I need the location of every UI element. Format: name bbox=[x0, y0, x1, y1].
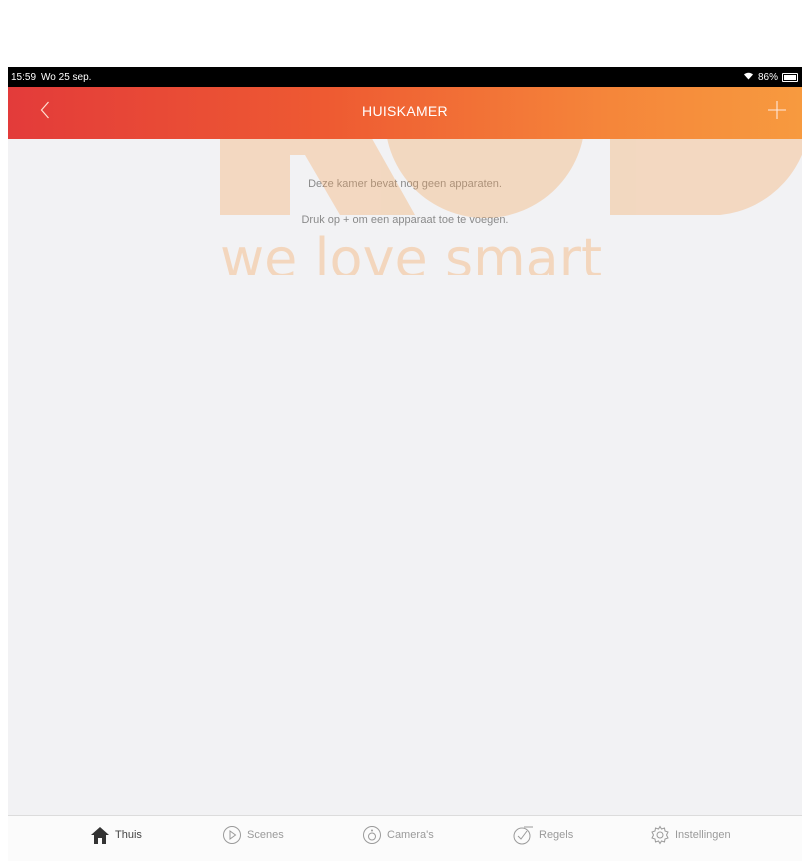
status-time: 15:59 bbox=[11, 71, 37, 83]
empty-state-hint: Druk op + om een apparaat toe te voegen. bbox=[301, 214, 509, 226]
status-bar: 15:59 Wo 25 sep. 86% bbox=[8, 67, 802, 87]
status-right: 86% bbox=[743, 71, 798, 83]
tab-cameras[interactable]: Camera's bbox=[362, 825, 434, 845]
play-circle-icon bbox=[222, 825, 242, 845]
status-date: Wo 25 sep. bbox=[41, 71, 92, 83]
plus-icon bbox=[768, 101, 786, 123]
add-device-button[interactable] bbox=[762, 97, 792, 127]
camera-icon bbox=[362, 825, 382, 845]
nav-bar: HUISKAMER bbox=[8, 87, 802, 139]
tab-instellingen[interactable]: Instellingen bbox=[650, 825, 731, 845]
tab-regels[interactable]: Regels bbox=[512, 825, 573, 845]
wifi-icon bbox=[743, 71, 754, 83]
tab-label: Instellingen bbox=[675, 829, 731, 841]
empty-state-message: Deze kamer bevat nog geen apparaten. bbox=[308, 178, 502, 190]
tab-label: Camera's bbox=[387, 829, 434, 841]
tab-label: Thuis bbox=[115, 829, 142, 841]
battery-percent: 86% bbox=[757, 71, 778, 83]
tab-scenes[interactable]: Scenes bbox=[222, 825, 284, 845]
home-icon bbox=[90, 825, 110, 845]
tab-label: Scenes bbox=[247, 829, 284, 841]
tab-label: Regels bbox=[539, 829, 574, 841]
watermark-tagline: we love smart bbox=[220, 227, 602, 275]
gear-icon bbox=[650, 825, 670, 845]
tab-thuis[interactable]: Thuis bbox=[90, 825, 142, 845]
check-rules-icon bbox=[512, 825, 534, 845]
page-title: HUISKAMER bbox=[362, 103, 448, 119]
status-left: 15:59 Wo 25 sep. bbox=[11, 72, 96, 83]
battery-icon bbox=[782, 72, 798, 82]
tab-bar: Thuis Scenes Camera's Regels Instellinge… bbox=[8, 815, 802, 861]
app-frame: 15:59 Wo 25 sep. 86% HUISKAMER Deze kamer… bbox=[8, 67, 802, 861]
